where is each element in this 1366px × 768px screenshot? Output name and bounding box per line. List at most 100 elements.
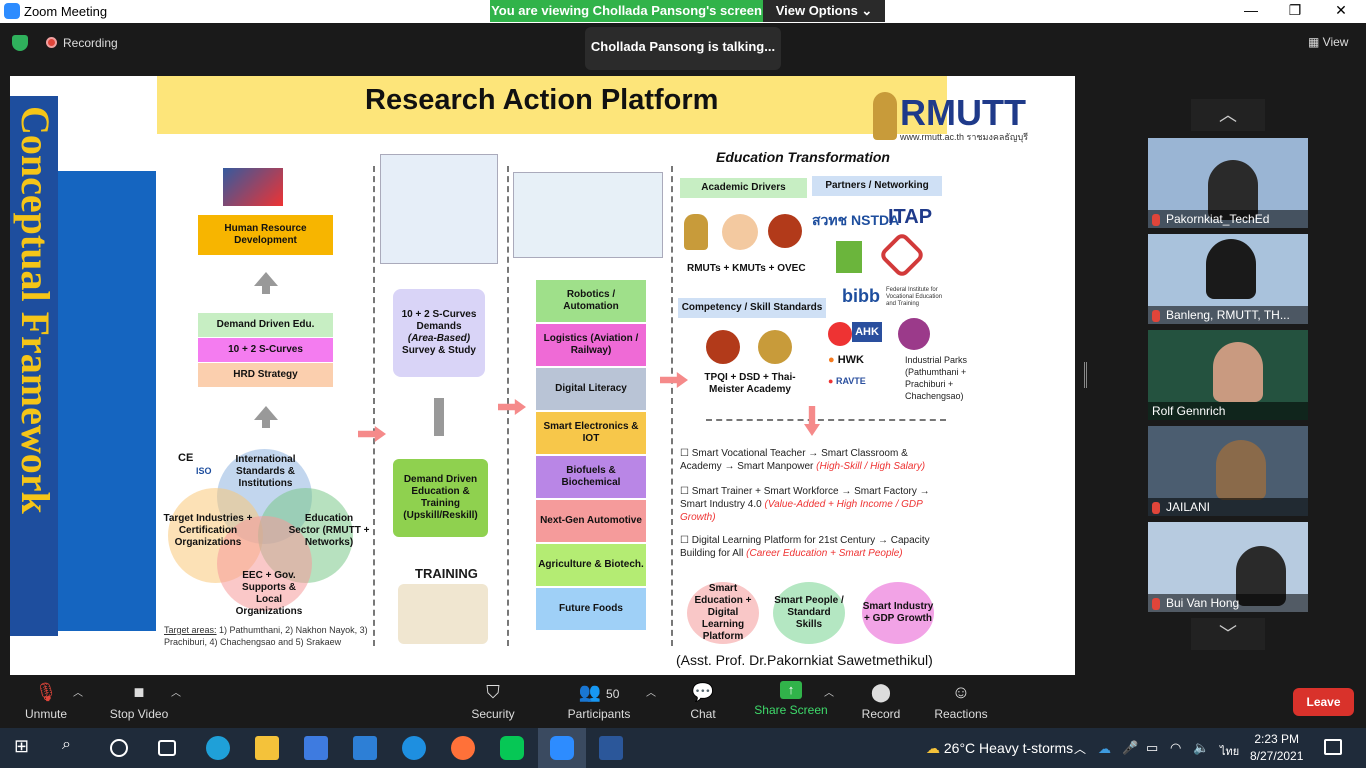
chat-bubble-icon: 💬 [691,682,715,702]
scurves-demand-sub: Survey & Study [402,345,476,356]
wifi-icon[interactable]: ◠ [1170,740,1181,756]
scurves-box: 10 + 2 S-Curves [198,338,333,362]
store-icon[interactable] [304,736,328,760]
microphone-icon[interactable]: 🎤 [1122,740,1138,756]
clock-date: 8/27/2021 [1250,749,1304,763]
participants-options-caret[interactable]: ︿ [646,684,656,699]
shield-icon: ⛉ [486,682,500,702]
firefox-icon[interactable] [451,736,475,760]
notifications-icon[interactable] [1324,739,1342,755]
windows-taskbar: ⊞ ⌕ [0,728,1366,768]
ravte-label: RAVTE [835,376,866,386]
share-screen-button[interactable]: ↑ Share Screen [754,681,828,717]
reactions-button[interactable]: ☺ Reactions [932,681,990,721]
line-app-icon[interactable] [500,736,524,760]
panel-resize-handle[interactable] [1084,362,1087,388]
battery-icon[interactable]: ▭ [1146,740,1158,756]
participants-button[interactable]: 👥 50 Participants [565,681,633,721]
training-label: TRAINING [415,566,478,581]
muted-mic-icon [1152,213,1160,226]
rmuts-label: RMUTs + KMUTs + OVEC [687,263,806,274]
participant-name: Rolf Gennrich [1152,404,1226,418]
language-indicator[interactable]: ไทย [1220,742,1239,760]
bullet-highlight: (Career Education + Smart People) [746,548,903,559]
nstda-logo: สวทช NSTDA [812,212,900,228]
chat-button[interactable]: 💬 Chat [686,681,720,721]
participant-video-tile[interactable]: Pakornkiat_TechEd [1148,138,1308,228]
participants-icon: 👥 50 [578,682,620,702]
view-options-button[interactable]: View Options ⌄ [763,0,885,22]
unmute-button[interactable]: 🎙 Unmute [22,681,70,721]
maximize-button[interactable]: ❐ [1272,2,1318,22]
scroll-up-button[interactable]: ︿ [1191,99,1265,131]
edge-icon[interactable] [206,736,230,760]
close-button[interactable]: ✕ [1318,2,1364,22]
tpqi-label: TPQI + DSD + Thai-Meister Academy [704,372,796,395]
video-options-caret[interactable]: ︿ [171,684,181,699]
active-speaker-indicator: Chollada Pansong is talking... [585,27,781,70]
participant-name: JAILANI [1166,500,1211,514]
participant-video-tile[interactable]: JAILANI [1148,426,1308,516]
onedrive-icon[interactable]: ☁ [1098,741,1111,757]
security-button[interactable]: ⛉ Security [468,681,518,721]
scroll-down-button[interactable]: ﹀ [1191,618,1265,650]
arrow-right-icon [660,372,688,388]
participant-video-tile[interactable]: Banleng, RMUTT, TH... [1148,234,1308,324]
windows-start-icon[interactable]: ⊞ [14,736,38,760]
word-icon[interactable] [599,736,623,760]
training-illustration [398,584,488,644]
dsd-logo-icon [758,330,792,364]
cortana-icon[interactable] [110,739,128,757]
share-options-caret[interactable]: ︿ [824,684,834,699]
tpqi-logo-icon [706,330,740,364]
tray-chevron-icon[interactable]: ︿ [1074,740,1086,757]
iso-logo: ISO [196,466,212,476]
security-label: Security [471,707,515,721]
view-button-label: View [1322,35,1349,49]
scurves-demand-box: 10 + 2 S-Curves Demands (Area-Based) Sur… [393,289,485,377]
participant-name: Bui Van Hong [1166,596,1240,610]
divider-horizontal [706,419,946,421]
task-view-icon[interactable] [158,740,176,756]
bibb-logo: bibb [842,286,880,306]
clock[interactable]: 2:23 PM 8/27/2021 [1250,731,1303,765]
minimize-button[interactable]: — [1228,2,1274,22]
participant-name-bar: Bui Van Hong [1148,594,1308,612]
participant-name: Pakornkiat_TechEd [1166,212,1270,226]
zoom-icon[interactable] [550,736,574,760]
bullet-item: ☐ Digital Learning Platform for 21st Cen… [680,535,930,559]
record-icon: ⬤ [870,682,892,702]
weather-widget[interactable]: ☁ 26°C Heavy t-storms [926,740,1073,757]
weather-storm-icon: ☁ [926,740,940,756]
arrow-down-icon [804,406,820,436]
volume-icon[interactable]: 🔈 [1193,740,1209,756]
audio-options-caret[interactable]: ︿ [73,684,83,699]
participant-video-tile[interactable]: Bui Van Hong [1148,522,1308,612]
rmutt-emblem-icon [873,92,897,140]
arrow-right-icon [358,426,386,442]
meeting-toolbar: 🎙 Unmute ︿ ■ Stop Video ︿ ⛉ Security 👥 50 Pa… [0,676,1366,728]
view-button[interactable]: ▦ View [1308,35,1348,49]
record-button[interactable]: ⬤ Record [860,681,902,721]
hwk-logo: ● HWK [828,354,864,366]
participant-video-tile[interactable]: Rolf Gennrich [1148,330,1308,420]
grid-icon: ▦ [1308,35,1323,49]
mail-icon[interactable] [353,736,377,760]
education-transformation-heading: Education Transformation [716,149,890,165]
search-icon[interactable]: ⌕ [62,736,86,760]
venn-label-eec: EEC + Gov. Supports & Local Organization… [235,570,303,617]
smart-education-circle: Smart Education + Digital Learning Platf… [687,582,759,644]
stop-video-label: Stop Video [109,707,169,721]
chevron-up-icon: ︿ [1219,105,1237,125]
muted-mic-icon [1152,501,1160,514]
internet-explorer-icon[interactable] [402,736,426,760]
ovec-emblem-icon [768,214,802,248]
security-shield-icon[interactable] [12,35,28,51]
recording-label[interactable]: Recording [63,36,118,50]
reactions-label: Reactions [934,707,988,721]
stop-video-button[interactable]: ■ Stop Video [107,681,171,721]
leave-button[interactable]: Leave [1293,688,1354,716]
file-explorer-icon[interactable] [255,736,279,760]
weather-text: 26°C Heavy t-storms [943,740,1074,756]
partners-tag: Partners / Networking [812,176,942,196]
